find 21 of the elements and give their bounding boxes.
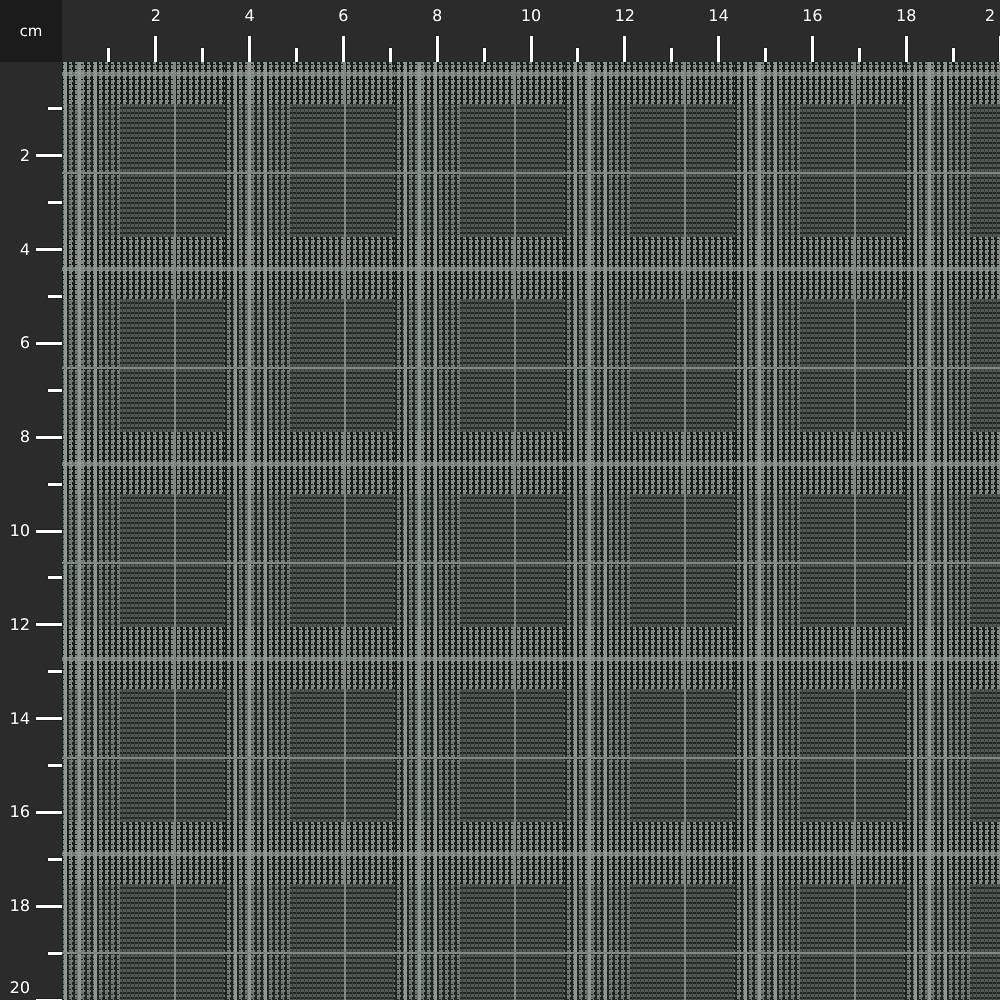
ruler-label: 12: [10, 616, 30, 633]
ruler-label: 2: [984, 8, 996, 24]
ruler-label: 10: [10, 523, 30, 539]
ruler-label: 20: [10, 980, 30, 996]
ruler-label: 18: [896, 8, 916, 24]
ruler-label: 2: [20, 148, 30, 164]
ruler-label: 4: [20, 242, 30, 258]
ruler-label: 16: [10, 804, 30, 820]
unit-label: cm: [20, 22, 42, 40]
ruler-label: 10: [520, 8, 542, 24]
ruler-label: 6: [338, 8, 348, 24]
ruler-label: 12: [614, 8, 635, 24]
ruler-label: 14: [708, 8, 729, 24]
ruler-label: 18: [10, 898, 30, 914]
ruler-label: 2: [150, 8, 161, 24]
ruler-label: 4: [244, 8, 255, 24]
ruler-label: 6: [20, 335, 30, 352]
ruler-label: 8: [432, 8, 442, 24]
ruler-label: 14: [10, 710, 30, 727]
ruler-label: 16: [802, 8, 823, 24]
ruler-label: 8: [20, 429, 30, 446]
